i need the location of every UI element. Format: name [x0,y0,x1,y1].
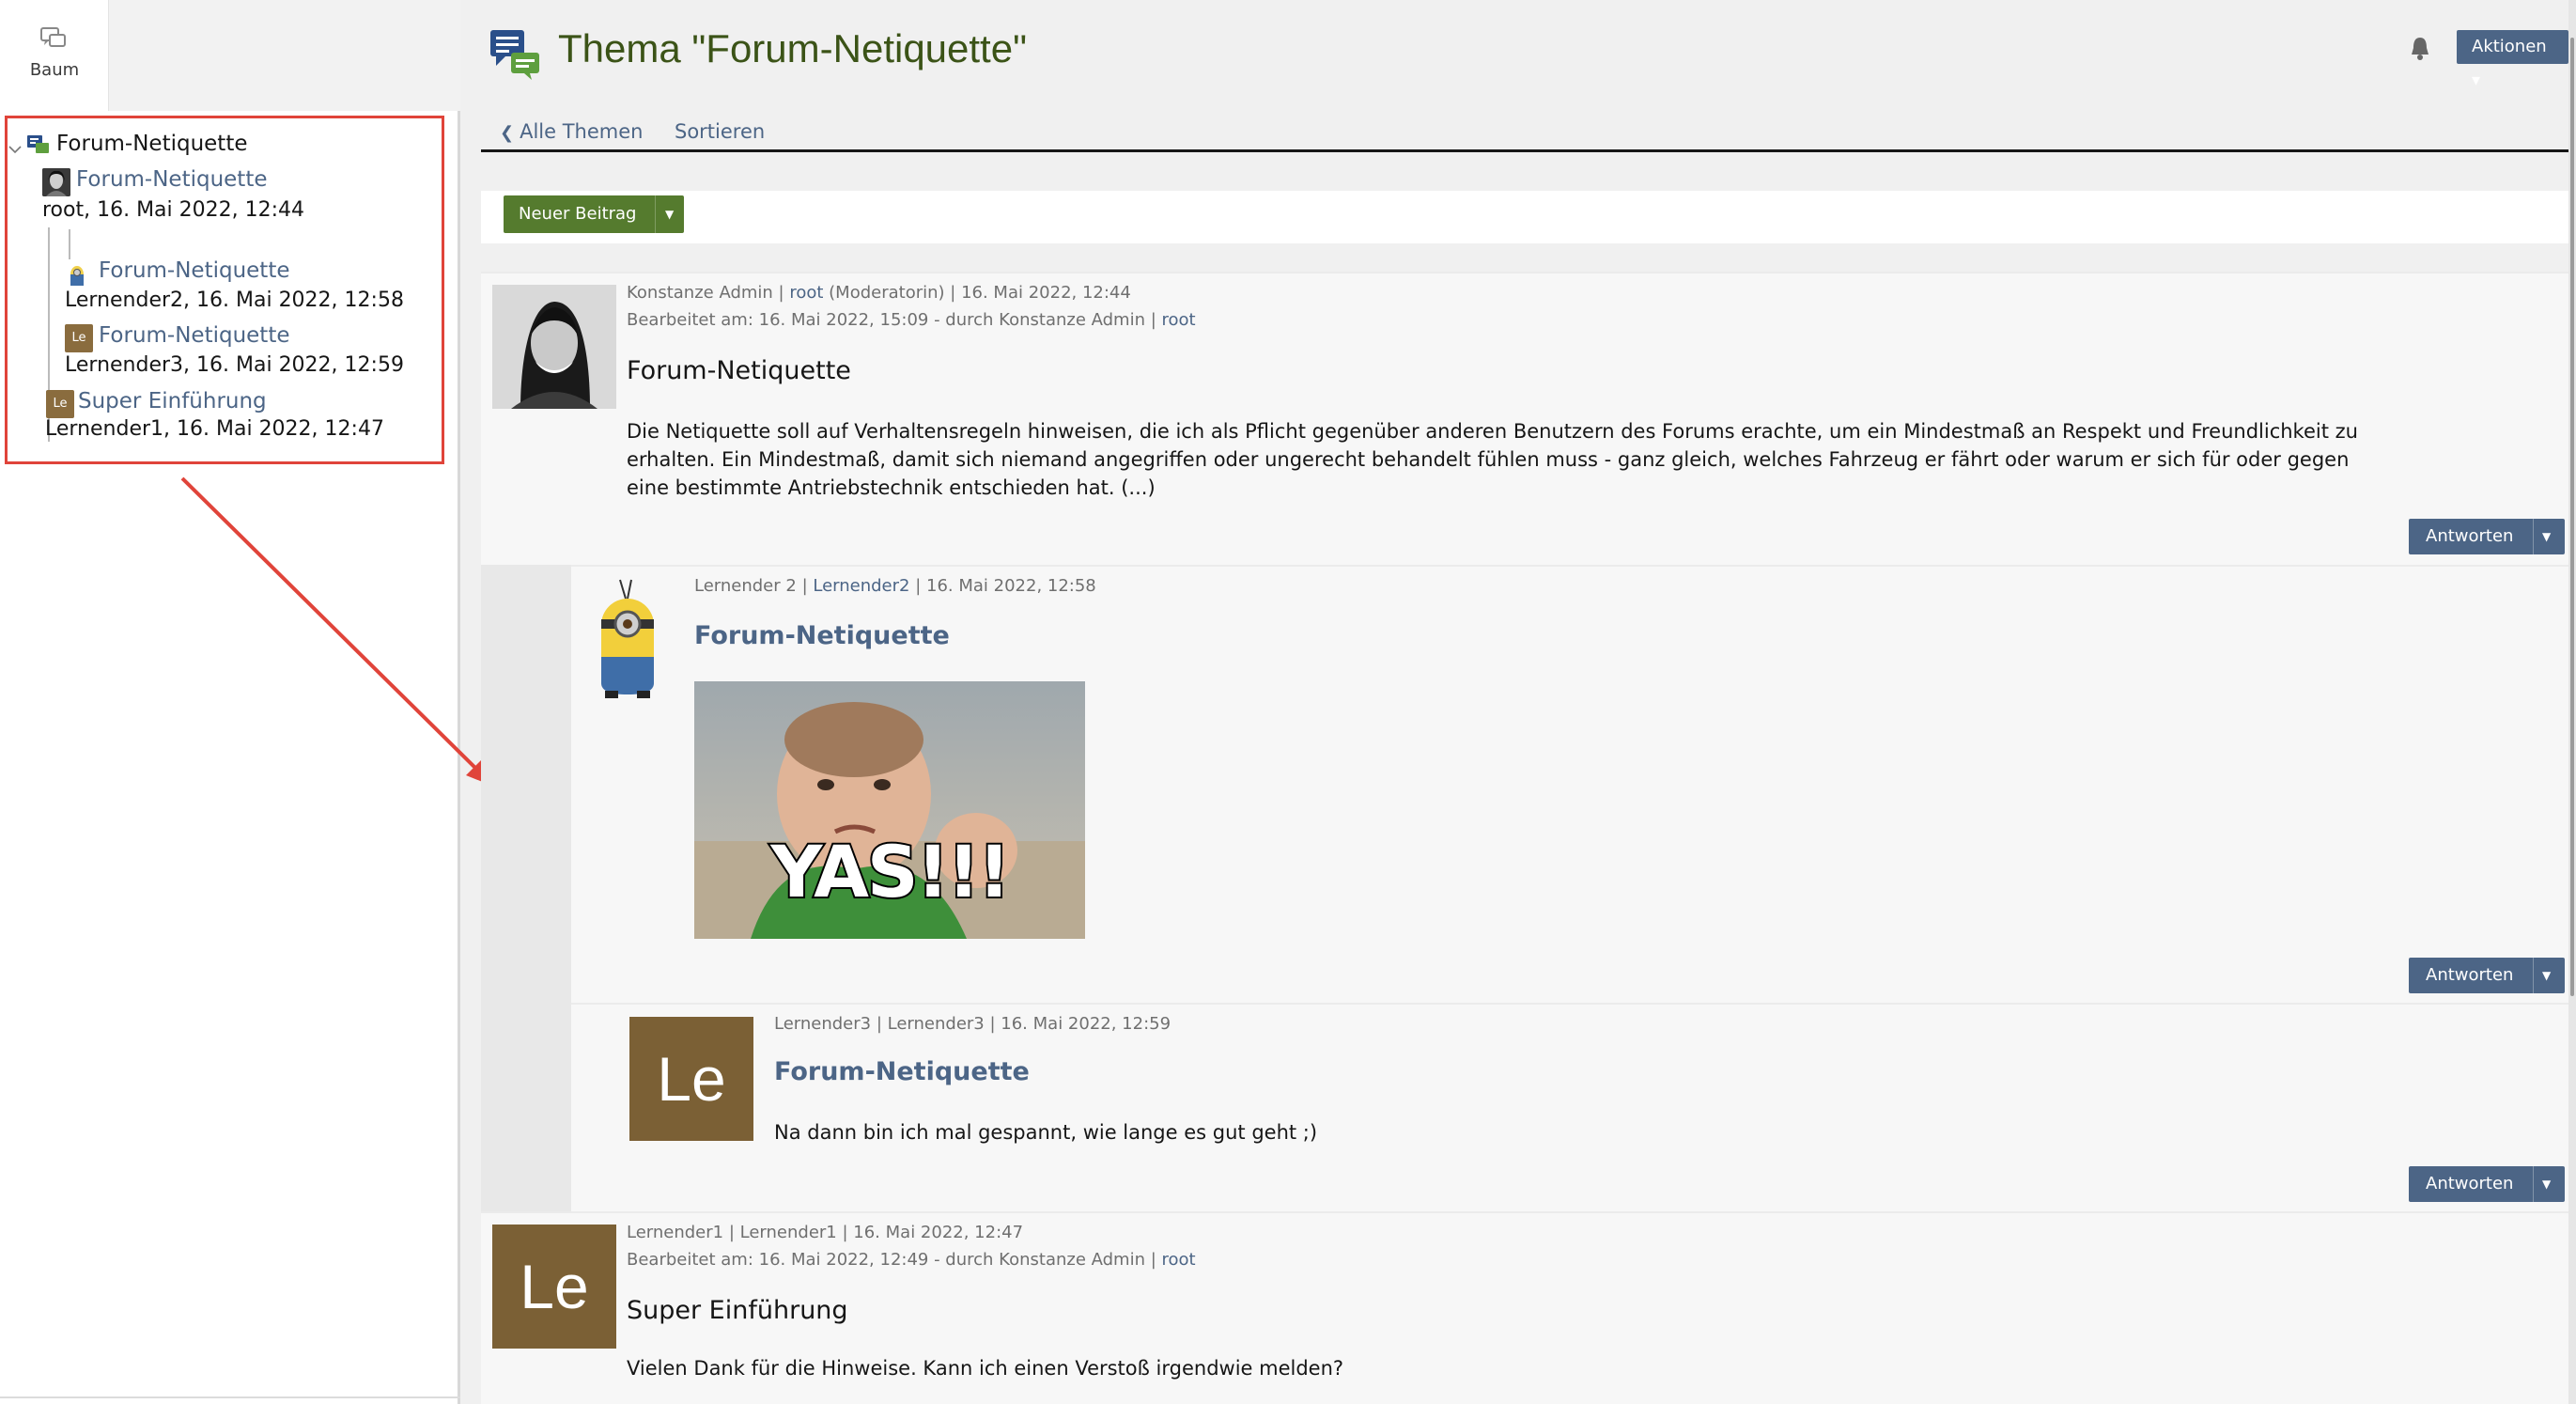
subtabs: ❮ Alle Themen Sortieren [481,117,2568,152]
post-body: Na dann bin ich mal gespannt, wie lange … [774,1121,1318,1144]
editor-login-link[interactable]: root [1162,1250,1196,1270]
tab-tree[interactable]: Baum [0,0,109,111]
author: Lernender1 [627,1223,724,1242]
tree-item-link[interactable]: Forum-Netiquette [99,323,290,348]
author-login: Lernender1 [739,1223,837,1242]
author: Lernender3 [774,1014,872,1034]
reply-button[interactable]: Antworten ▼ [2409,519,2565,554]
reply-label: Antworten [2426,1174,2514,1193]
forum-topic-icon [490,30,539,80]
tree-item-meta: root, 16. Mai 2022, 12:44 [42,198,305,222]
reply-label: Antworten [2426,526,2514,546]
scrollbar-thumb[interactable] [2570,38,2574,996]
post-title: Forum-Netiquette [627,356,851,385]
avatar [42,168,70,196]
page-title: Thema "Forum-Netiquette" [558,26,1027,70]
main-content: Thema "Forum-Netiquette" Aktionen ▾ ❮ All… [481,0,2568,1404]
image-caption: YAS!!! [768,828,1012,915]
tree-view-icon [40,27,66,47]
post-body: Die Netiquette soll auf Verhaltensregeln… [627,420,2358,499]
caret-down-icon[interactable]: ▼ [2542,519,2551,554]
tab-all-topics-label: Alle Themen [520,120,644,143]
reply-button[interactable]: Antworten ▼ [2409,1166,2565,1202]
author: Konstanze Admin [627,283,773,303]
edited-info: Bearbeitet am: 16. Mai 2022, 15:09 - dur… [627,310,1156,330]
post-edited-meta: Bearbeitet am: 16. Mai 2022, 12:49 - dur… [627,1250,1196,1270]
post-title-link[interactable]: Forum-Netiquette [774,1057,1030,1086]
post-date: 16. Mai 2022, 12:47 [853,1223,1024,1242]
thread-indent [481,565,571,1211]
post-date: 16. Mai 2022, 12:59 [1001,1014,1172,1034]
tab-sort[interactable]: Sortieren [675,120,765,143]
reply-button[interactable]: Antworten ▼ [2409,958,2565,993]
avatar [582,578,673,702]
author-login: Lernender3 [887,1014,985,1034]
tree-item-link[interactable]: Super Einführung [78,389,267,413]
tab-tree-label: Baum [29,60,80,80]
divider [655,195,656,233]
notification-bell-icon[interactable] [2409,36,2431,62]
post-meta: Lernender 2 | Lernender2 | 16. Mai 2022,… [694,576,1096,596]
avatar: Le [65,324,93,352]
toolbar: Neuer Beitrag ▼ [481,191,2568,243]
actions-dropdown-button[interactable]: Aktionen ▾ [2457,30,2568,90]
post-title-link[interactable]: Forum-Netiquette [694,621,950,650]
post-meta: Lernender3 | Lernender3 | 16. Mai 2022, … [774,1014,1172,1034]
post: Lernender 2 | Lernender2 | 16. Mai 2022,… [571,565,2568,1003]
author-login-link[interactable]: Lernender2 [813,576,909,596]
author-login-link[interactable]: root [789,283,823,303]
post-body: Vielen Dank für die Hinweise. Kann ich e… [627,1357,1344,1380]
reply-label: Antworten [2426,965,2514,985]
divider [2533,1166,2534,1202]
tree-connector [69,229,70,259]
forum-topic-icon [27,135,49,153]
edited-info: Bearbeitet am: 16. Mai 2022, 12:49 - dur… [627,1250,1156,1270]
editor-login-link[interactable]: root [1162,310,1196,330]
new-post-label: Neuer Beitrag [519,204,637,224]
role: (Moderatorin) [829,283,945,303]
tree-item-meta: Lernender2, 16. Mai 2022, 12:58 [65,289,404,312]
post-edited-meta: Bearbeitet am: 16. Mai 2022, 15:09 - dur… [627,310,1196,330]
post-meta: Konstanze Admin | root (Moderatorin) | 1… [627,283,1131,303]
forum-tree: Forum-Netiquette Forum-Netiquette root, … [5,116,444,464]
divider [2533,519,2534,554]
tree-item-link[interactable]: Forum-Netiquette [99,258,290,283]
post: Konstanze Admin | root (Moderatorin) | 1… [481,272,2568,565]
avatar [70,266,84,286]
post-date: 16. Mai 2022, 12:44 [961,283,1131,303]
post-date: 16. Mai 2022, 12:58 [926,576,1096,596]
post-meta: Lernender1 | Lernender1 | 16. Mai 2022, … [627,1223,1024,1242]
avatar [492,285,616,409]
tree-item-meta: Lernender1, 16. Mai 2022, 12:47 [45,417,384,441]
tree-root-label[interactable]: Forum-Netiquette [56,132,248,156]
caret-down-icon[interactable]: ▼ [2542,958,2551,993]
avatar: Le [492,1225,616,1349]
annotation-arrow [180,476,494,787]
divider [0,1396,460,1398]
tab-all-topics[interactable]: ❮ Alle Themen [500,120,643,143]
divider [2533,958,2534,993]
new-post-button[interactable]: Neuer Beitrag ▼ [504,195,684,233]
author: Lernender 2 [694,576,797,596]
avatar: Le [629,1017,753,1141]
collapse-chevron-icon[interactable] [8,142,23,157]
post: Le Lernender3 | Lernender3 | 16. Mai 202… [571,1003,2568,1211]
tree-item-meta: Lernender3, 16. Mai 2022, 12:59 [65,353,404,377]
caret-down-icon[interactable]: ▼ [665,195,674,233]
avatar: Le [46,390,74,418]
post: Le Lernender1 | Lernender1 | 16. Mai 202… [481,1211,2568,1404]
tree-item-link[interactable]: Forum-Netiquette [76,167,268,192]
caret-down-icon[interactable]: ▼ [2542,1166,2551,1202]
chevron-left-icon: ❮ [500,123,515,143]
post-title: Super Einführung [627,1296,848,1325]
post-image: YAS!!! [694,681,1085,939]
